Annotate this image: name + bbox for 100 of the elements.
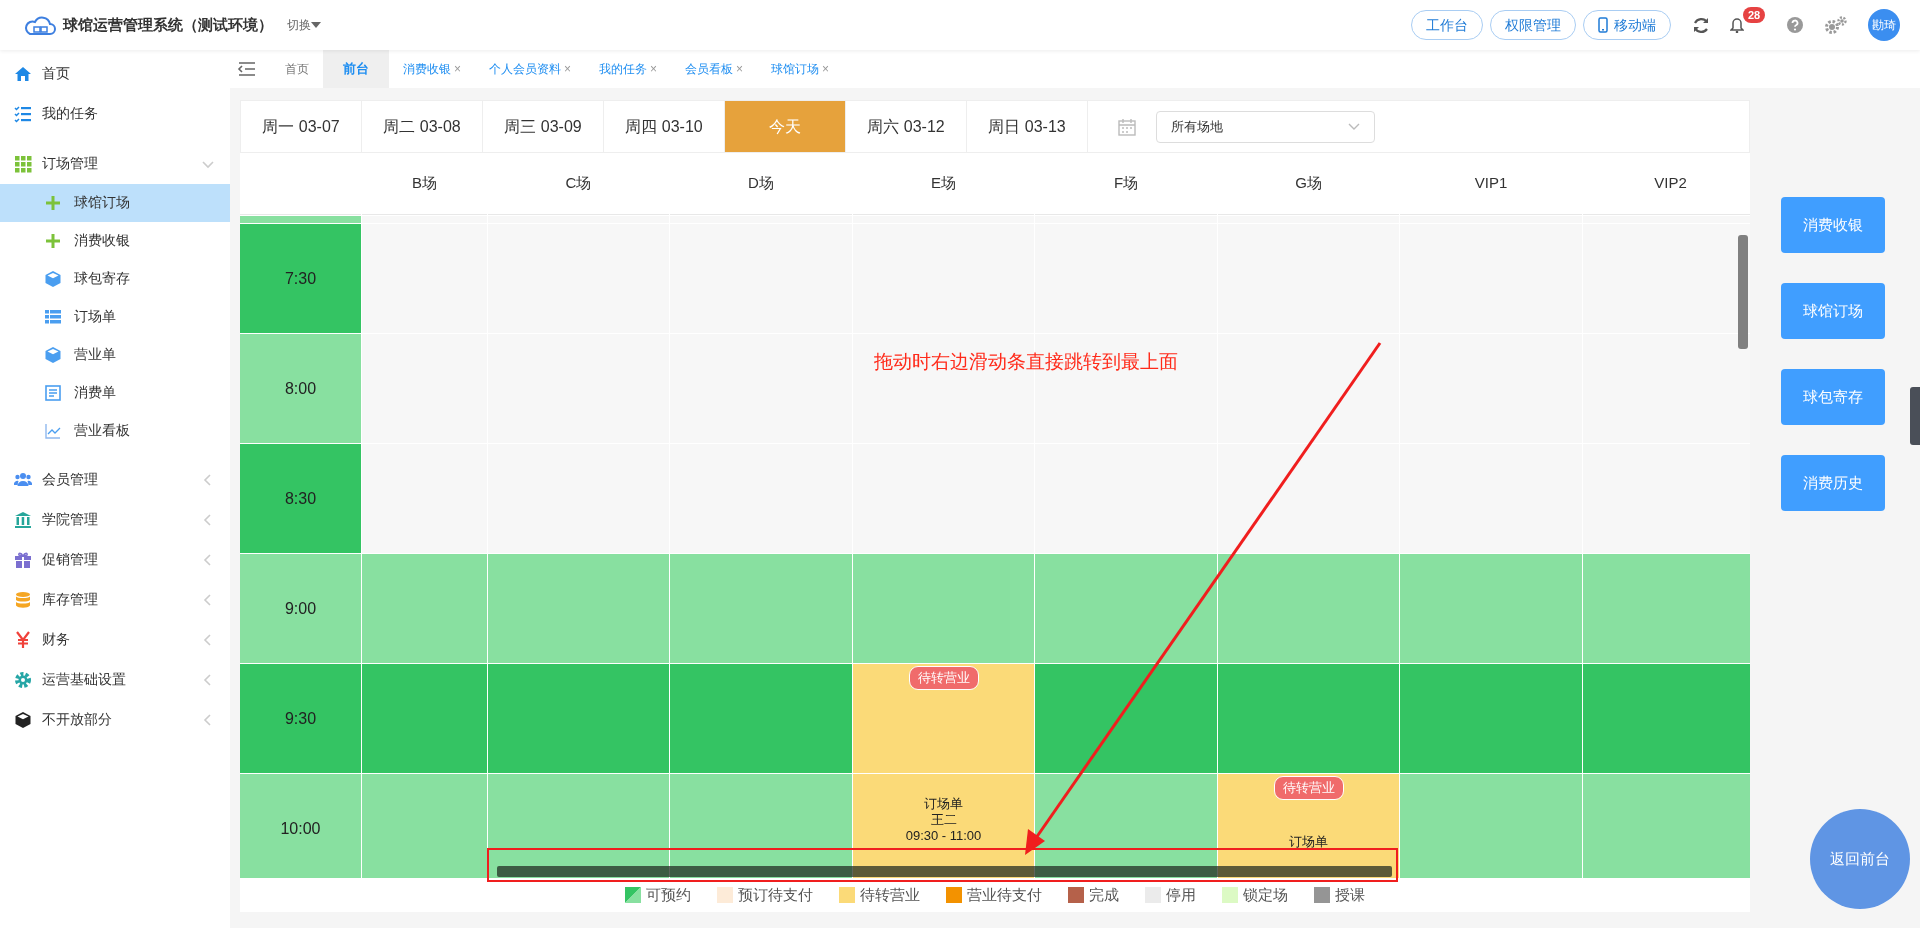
table-icon	[44, 307, 62, 326]
legend-label: 完成	[1089, 884, 1119, 905]
sidebar-item[interactable]: 促销管理	[0, 539, 230, 580]
bank-icon	[14, 510, 32, 529]
sidebar-subitem[interactable]: 球包寄存	[0, 259, 230, 298]
notification-button[interactable]	[1730, 17, 1744, 33]
sidebar-subitem[interactable]: 营业看板	[0, 411, 230, 450]
vertical-scrollbar[interactable]	[1738, 235, 1748, 349]
gift-icon	[14, 550, 32, 569]
chevron-left-icon	[202, 473, 214, 486]
slot-cell[interactable]	[1218, 444, 1399, 553]
help-button[interactable]	[1786, 16, 1804, 34]
sidebar-subitem[interactable]: 订场单	[0, 297, 230, 336]
slot-cell[interactable]	[1400, 444, 1582, 553]
form-icon	[44, 383, 62, 402]
slot-cell[interactable]	[362, 554, 487, 663]
slot-cell[interactable]	[1400, 554, 1582, 663]
slot-cell[interactable]	[1218, 334, 1399, 443]
cube-icon	[44, 345, 62, 364]
legend-label: 预订待支付	[738, 884, 813, 905]
sidebar-subitem[interactable]: 消费收银	[0, 221, 230, 260]
line-chart-icon	[44, 421, 62, 440]
slot-cell[interactable]	[670, 664, 852, 773]
header-button[interactable]: 权限管理	[1490, 10, 1576, 40]
slot-cell[interactable]	[1218, 554, 1399, 663]
chevron-left-icon	[202, 633, 214, 646]
calendar-button[interactable]	[1118, 117, 1136, 136]
horizontal-scrollbar[interactable]	[497, 866, 1392, 877]
slot-cell[interactable]	[1583, 224, 1750, 333]
collapse-menu-button[interactable]	[237, 61, 257, 77]
booking-text: 订场单	[923, 796, 964, 812]
slot-cell[interactable]	[670, 444, 852, 553]
app-title: 球馆运营管理系统（测试环境）	[63, 14, 273, 35]
grid-icon	[14, 154, 32, 173]
sidebar-item[interactable]: 我的任务	[0, 93, 230, 134]
slot-cell[interactable]	[670, 554, 852, 663]
slot-cell[interactable]	[1035, 554, 1217, 663]
venue-select[interactable]: 所有场地	[1156, 110, 1375, 143]
header-button[interactable]: 移动端	[1583, 10, 1671, 40]
slot-cell[interactable]	[1583, 554, 1750, 663]
chevron-left-icon	[202, 673, 214, 686]
sidebar-item[interactable]: 运营基础设置	[0, 659, 230, 700]
legend-label: 锁定场	[1243, 884, 1288, 905]
calendar-icon	[1118, 117, 1136, 136]
home-icon	[14, 64, 32, 83]
slot-cell[interactable]	[1583, 774, 1750, 878]
sidebar-subitem[interactable]: 球馆订场	[0, 183, 230, 222]
sidebar-item[interactable]: 首页	[0, 53, 230, 94]
slot-cell[interactable]	[488, 554, 669, 663]
slot-cell[interactable]	[362, 444, 487, 553]
caret-icon	[311, 21, 321, 29]
cloud-logo-icon	[22, 14, 56, 36]
sidebar-item[interactable]: 会员管理	[0, 459, 230, 500]
slot-cell[interactable]	[362, 224, 487, 333]
slot-cell[interactable]	[362, 334, 487, 443]
sidebar-item[interactable]: 订场管理	[0, 143, 230, 184]
cube-icon	[44, 269, 62, 288]
booking-text: 王二	[929, 812, 958, 828]
legend-label: 待转营业	[860, 884, 920, 905]
sidebar-subitem[interactable]: 营业单	[0, 335, 230, 374]
refresh-button[interactable]	[1692, 16, 1710, 34]
slot-cell[interactable]	[1035, 664, 1217, 773]
sidebar-item[interactable]: 库存管理	[0, 579, 230, 620]
settings-button[interactable]	[1824, 16, 1848, 34]
slot-cell[interactable]	[488, 664, 669, 773]
sidebar-subitem[interactable]: 消费单	[0, 373, 230, 412]
notification-count: 28	[1743, 7, 1766, 23]
slot-cell[interactable]	[1035, 444, 1217, 553]
plus-icon	[44, 231, 62, 250]
slot-cell[interactable]	[362, 664, 487, 773]
sidebar-item[interactable]: 不开放部分	[0, 699, 230, 740]
slot-cell[interactable]	[853, 444, 1034, 553]
chevron-left-icon	[202, 553, 214, 566]
chevron-down-icon	[1348, 122, 1360, 131]
slot-cell[interactable]	[1218, 664, 1399, 773]
annotation-text: 拖动时右边滑动条直接跳转到最上面	[874, 350, 1178, 374]
status-badge: 待转营业	[908, 666, 979, 690]
sidebar-item[interactable]: 财务	[0, 619, 230, 660]
users-icon	[14, 470, 32, 489]
side-tab-handle[interactable]	[1910, 387, 1920, 445]
sidebar-item[interactable]: 学院管理	[0, 499, 230, 540]
chevron-left-icon	[202, 713, 214, 726]
database-icon	[14, 590, 32, 609]
slot-cell[interactable]	[1583, 334, 1750, 443]
gears-icon	[1824, 16, 1848, 34]
time-cell: 9:00	[240, 554, 361, 663]
legend-label: 授课	[1335, 884, 1365, 905]
slot-cell[interactable]	[1583, 664, 1750, 773]
header-button[interactable]: 工作台	[1411, 10, 1483, 40]
slot-cell[interactable]	[488, 444, 669, 553]
slot-cell[interactable]	[1583, 444, 1750, 553]
time-cell: 10:00	[240, 774, 361, 878]
switch-dropdown[interactable]: 切换	[287, 16, 321, 34]
slot-cell[interactable]	[1400, 774, 1582, 878]
chevron-left-icon	[202, 593, 214, 606]
slot-cell[interactable]	[1400, 664, 1582, 773]
status-badge: 待转营业	[1273, 776, 1344, 800]
slot-cell[interactable]	[362, 774, 487, 878]
slot-cell[interactable]	[853, 554, 1034, 663]
time-cell: 7:30	[240, 224, 361, 333]
